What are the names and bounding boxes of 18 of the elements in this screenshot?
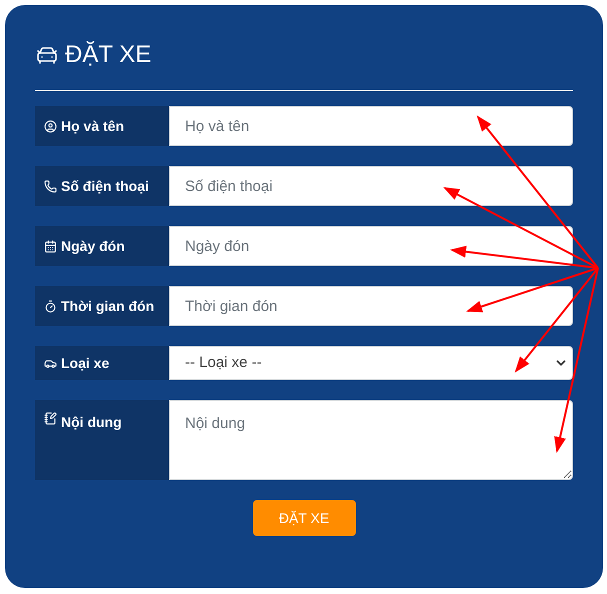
field-label: Số điện thoại	[35, 166, 169, 206]
text-field[interactable]: Ngày đón	[169, 226, 573, 266]
field-label: Nội dung	[35, 400, 169, 480]
stopwatch-icon	[44, 300, 57, 312]
text-field[interactable]: Thời gian đón	[169, 286, 573, 326]
text-field[interactable]: Họ và tên	[169, 106, 573, 146]
field-label: Loại xe	[35, 346, 169, 380]
select-field[interactable]: -- Loại xe --	[169, 346, 573, 380]
text-area[interactable]: Nội dung	[169, 400, 573, 480]
notepad-icon	[44, 412, 57, 425]
field-label: Họ và tên	[35, 106, 169, 146]
phone-icon	[44, 180, 57, 192]
form-title: ĐẶT XE	[65, 43, 152, 67]
text-field[interactable]: Số điện thoại	[169, 166, 573, 206]
user-circle-icon	[44, 120, 57, 132]
field-label: Ngày đón	[35, 226, 169, 266]
calendar-icon	[44, 240, 57, 252]
field-label: Thời gian đón	[35, 286, 169, 326]
